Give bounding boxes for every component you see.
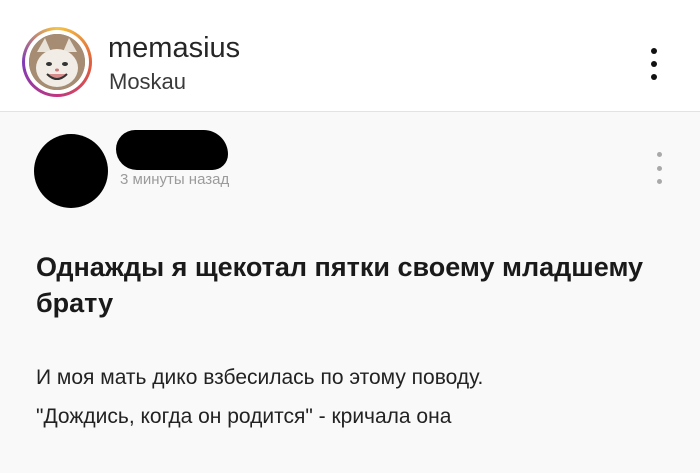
more-vertical-icon [652,152,666,184]
username[interactable]: memasius [108,32,240,65]
dot [651,61,657,67]
post-body: И моя мать дико взбесилась по этому пово… [36,358,676,436]
post-title: Однажды я щекотал пятки своему младшему … [36,252,644,318]
avatar-border [25,30,89,94]
more-vertical-icon[interactable] [640,44,668,84]
post-body-line: И моя мать дико взбесилась по этому пово… [36,366,484,389]
dot [656,152,662,157]
dot [656,165,662,171]
location-link[interactable]: Moskau [109,69,186,95]
post-image: 3 минуты назад Однажды я щекотал пятки с… [0,112,700,473]
post-body-line: "Дождись, когда он родится" - кричала он… [36,405,452,428]
dot [651,74,657,80]
cat-avatar-icon [29,34,85,90]
redacted-avatar [34,134,108,208]
post-header: memasius Moskau [0,0,700,112]
dot [656,179,662,184]
post-timestamp: 3 минуты назад [120,171,230,188]
avatar[interactable] [22,27,92,97]
dot [651,48,657,54]
redacted-author-name [116,130,228,170]
